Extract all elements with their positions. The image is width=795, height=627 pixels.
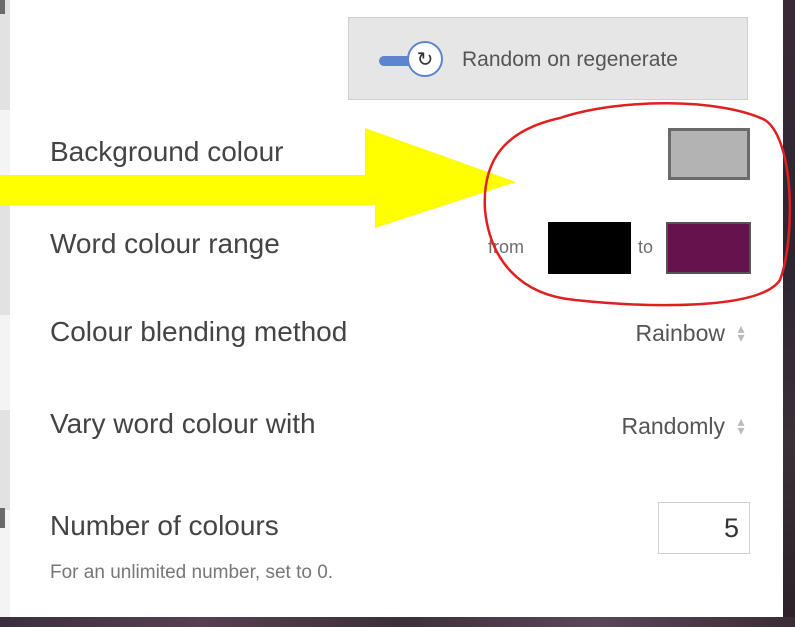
blending-method-value: Rainbow [635,320,726,346]
vary-word-colour-value: Randomly [621,413,725,439]
to-label: to [638,237,654,257]
background-page-block [0,205,10,315]
background-page-block [0,410,10,510]
vary-word-colour-select[interactable]: Randomly ▴ ▾ [570,403,755,448]
background-page-block [0,0,10,110]
regenerate-label: Random on regenerate [462,48,678,71]
word-colour-range-label: Word colour range [50,228,280,259]
background-colour-label: Background colour [50,136,284,167]
from-label: from [488,237,524,257]
background-page-bottom [0,617,795,627]
colour-settings-panel: ↻ Random on regenerate Background colour… [10,0,783,617]
number-of-colours-hint: For an unlimited number, set to 0. [50,562,334,583]
refresh-icon[interactable]: ↻ [407,41,443,77]
background-page-mark [0,0,5,14]
vary-word-colour-label: Vary word colour with [50,408,316,439]
select-spinner-icon: ▴ ▾ [737,320,745,345]
blending-method-select[interactable]: Rainbow ▴ ▾ [590,310,755,355]
select-spinner-icon: ▴ ▾ [737,413,745,438]
number-of-colours-input[interactable] [658,502,750,554]
colour-blending-method-label: Colour blending method [50,316,348,347]
background-colour-swatch[interactable] [668,128,750,180]
random-on-regenerate-button[interactable]: ↻ Random on regenerate [348,17,748,100]
number-of-colours-label: Number of colours [50,510,279,541]
word-colour-from-swatch[interactable] [548,222,631,274]
background-page-mark [0,508,5,528]
word-colour-to-swatch[interactable] [666,222,751,274]
background-page-right [783,0,795,627]
